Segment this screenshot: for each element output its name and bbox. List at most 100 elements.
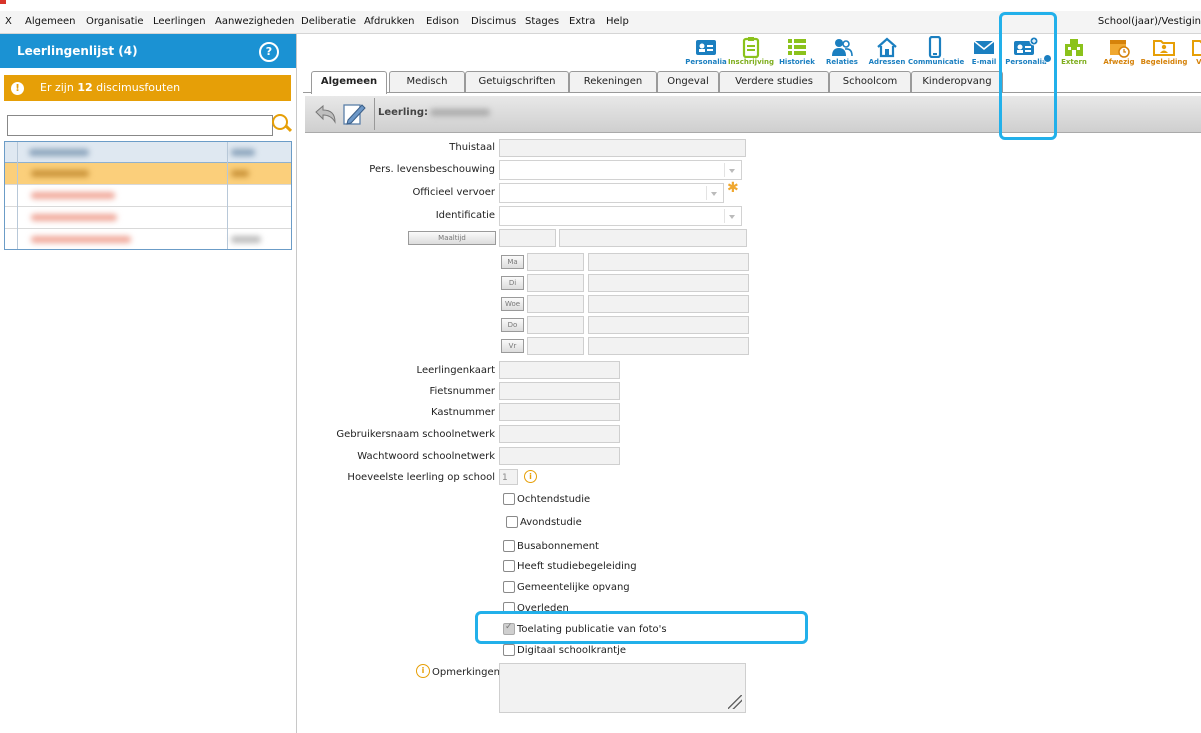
- checkbox-busabonnement[interactable]: [503, 540, 515, 552]
- day-description-field[interactable]: [588, 253, 749, 271]
- menu-deliberatie[interactable]: Deliberatie: [301, 16, 356, 27]
- folder-person-icon: [1153, 40, 1175, 56]
- vervoer-select[interactable]: [499, 183, 724, 203]
- blurred-column-header: [231, 149, 255, 156]
- toolbar-communicatie[interactable]: Communicatie: [908, 34, 964, 70]
- toolbar-separator: [374, 98, 375, 130]
- maaltijd-code-field[interactable]: [499, 229, 556, 247]
- menu-organisatie[interactable]: Organisatie: [86, 16, 144, 27]
- table-row[interactable]: [5, 207, 291, 229]
- toolbar-relaties[interactable]: Relaties: [819, 34, 865, 70]
- asterisk-icon[interactable]: ✱: [727, 180, 739, 196]
- day-description-field[interactable]: [588, 316, 749, 334]
- resize-grip-icon[interactable]: [728, 695, 742, 709]
- tab-kinderopvang[interactable]: Kinderopvang: [911, 71, 1003, 92]
- day-description-field[interactable]: [588, 295, 749, 313]
- tab-rekeningen[interactable]: Rekeningen: [569, 71, 657, 92]
- checkbox-studiebegeleiding[interactable]: [503, 560, 515, 572]
- menu-aanwezigheden[interactable]: Aanwezigheden: [215, 16, 294, 27]
- day-button-do[interactable]: Do: [501, 318, 524, 332]
- menu-discimus[interactable]: Discimus: [471, 16, 516, 27]
- menu-afdrukken[interactable]: Afdrukken: [364, 16, 415, 27]
- maaltijd-button[interactable]: Maaltijd: [408, 231, 496, 245]
- menu-stages[interactable]: Stages: [525, 16, 559, 27]
- fietsnummer-field[interactable]: [499, 382, 620, 400]
- toolbar-adressen[interactable]: Adressen: [864, 34, 910, 70]
- opmerkingen-textarea[interactable]: [499, 663, 746, 713]
- day-description-field[interactable]: [588, 274, 749, 292]
- day-code-field[interactable]: [527, 295, 584, 313]
- toolbar-label: Adressen: [868, 58, 906, 66]
- chevron-down-icon: [724, 209, 739, 223]
- label-vervoer: Officieel vervoer: [412, 187, 495, 198]
- label-busabonnement: Busabonnement: [517, 541, 599, 552]
- help-icon[interactable]: ?: [259, 42, 279, 62]
- wachtwoord-field[interactable]: [499, 447, 620, 465]
- undo-icon[interactable]: [313, 104, 337, 124]
- blurred-student-name: [31, 214, 117, 221]
- student-search-input[interactable]: [7, 115, 273, 136]
- leerlingenkaart-field[interactable]: [499, 361, 620, 379]
- day-button-ma[interactable]: Ma: [501, 255, 524, 269]
- school-year-selector[interactable]: School(jaar)/Vestigin: [1098, 16, 1201, 27]
- day-description-field[interactable]: [588, 337, 749, 355]
- checkbox-digitaal-schoolkrantje[interactable]: [503, 644, 515, 656]
- tab-schoolcom[interactable]: Schoolcom: [829, 71, 911, 92]
- label-leerlingenkaart: Leerlingenkaart: [416, 365, 495, 376]
- thuistaal-field[interactable]: [499, 139, 746, 157]
- hoeveelste-field[interactable]: 1: [499, 469, 518, 485]
- house-icon: [877, 37, 897, 58]
- menu-leerlingen[interactable]: Leerlingen: [153, 16, 206, 27]
- label-wachtwoord: Wachtwoord schoolnetwerk: [357, 451, 495, 462]
- label-opmerkingen: Opmerkingen: [432, 667, 500, 678]
- menu-close[interactable]: X: [5, 16, 12, 27]
- toolbar-extern[interactable]: Extern: [1051, 34, 1097, 70]
- highlight-toelating-fotos: [475, 611, 808, 644]
- menu-help[interactable]: Help: [606, 16, 629, 27]
- day-button-vr[interactable]: Vr: [501, 339, 524, 353]
- tab-verdere-studies[interactable]: Verdere studies: [719, 71, 829, 92]
- toolbar-personalia[interactable]: Personalia: [683, 34, 729, 70]
- gebruikersnaam-field[interactable]: [499, 425, 620, 443]
- info-icon[interactable]: i: [524, 470, 537, 483]
- search-icon[interactable]: [272, 114, 288, 130]
- tab-getuigschriften[interactable]: Getuigschriften: [465, 71, 569, 92]
- table-row[interactable]: [5, 229, 291, 250]
- toolbar-vrij[interactable]: Vrij: [1180, 34, 1201, 70]
- id-card-icon: [696, 40, 716, 55]
- menu-edison[interactable]: Edison: [426, 16, 459, 27]
- levensbeschouwing-select[interactable]: [499, 160, 742, 180]
- table-row[interactable]: [5, 163, 291, 185]
- day-code-field[interactable]: [527, 274, 584, 292]
- discimus-warning[interactable]: ! Er zijn 12 discimusfouten: [4, 75, 291, 101]
- checkbox-ochtendstudie[interactable]: [503, 493, 515, 505]
- identificatie-select[interactable]: [499, 206, 742, 226]
- checkbox-avondstudie[interactable]: [506, 516, 518, 528]
- student-label: Leerling:: [378, 107, 428, 118]
- checkbox-gemeentelijke-opvang[interactable]: [503, 581, 515, 593]
- blurred-column-header: [29, 149, 89, 156]
- toolbar-inschrijving[interactable]: Inschrijving: [728, 34, 774, 70]
- edit-icon[interactable]: [342, 102, 366, 126]
- day-code-field[interactable]: [527, 316, 584, 334]
- toolbar-historiek[interactable]: Historiek: [774, 34, 820, 70]
- tab-medisch[interactable]: Medisch: [389, 71, 465, 92]
- toolbar-afwezig[interactable]: Afwezig: [1096, 34, 1142, 70]
- blurred-student-name: [31, 192, 115, 199]
- student-list-header: Leerlingenlijst (4) ?: [0, 34, 296, 68]
- kastnummer-field[interactable]: [499, 403, 620, 421]
- day-code-field[interactable]: [527, 337, 584, 355]
- maaltijd-description-field[interactable]: [559, 229, 747, 247]
- menu-extra[interactable]: Extra: [569, 16, 595, 27]
- day-button-woe[interactable]: Woe: [501, 297, 524, 311]
- day-code-field[interactable]: [527, 253, 584, 271]
- blurred-student-name: [31, 170, 89, 177]
- tab-ongeval[interactable]: Ongeval: [657, 71, 719, 92]
- menu-algemeen[interactable]: Algemeen: [25, 16, 76, 27]
- table-row[interactable]: [5, 185, 291, 207]
- info-icon[interactable]: i: [416, 664, 430, 678]
- grid-divider: [227, 142, 228, 249]
- day-button-di[interactable]: Di: [501, 276, 524, 290]
- folder-icon: [1192, 40, 1201, 56]
- tab-algemeen[interactable]: Algemeen: [311, 71, 387, 94]
